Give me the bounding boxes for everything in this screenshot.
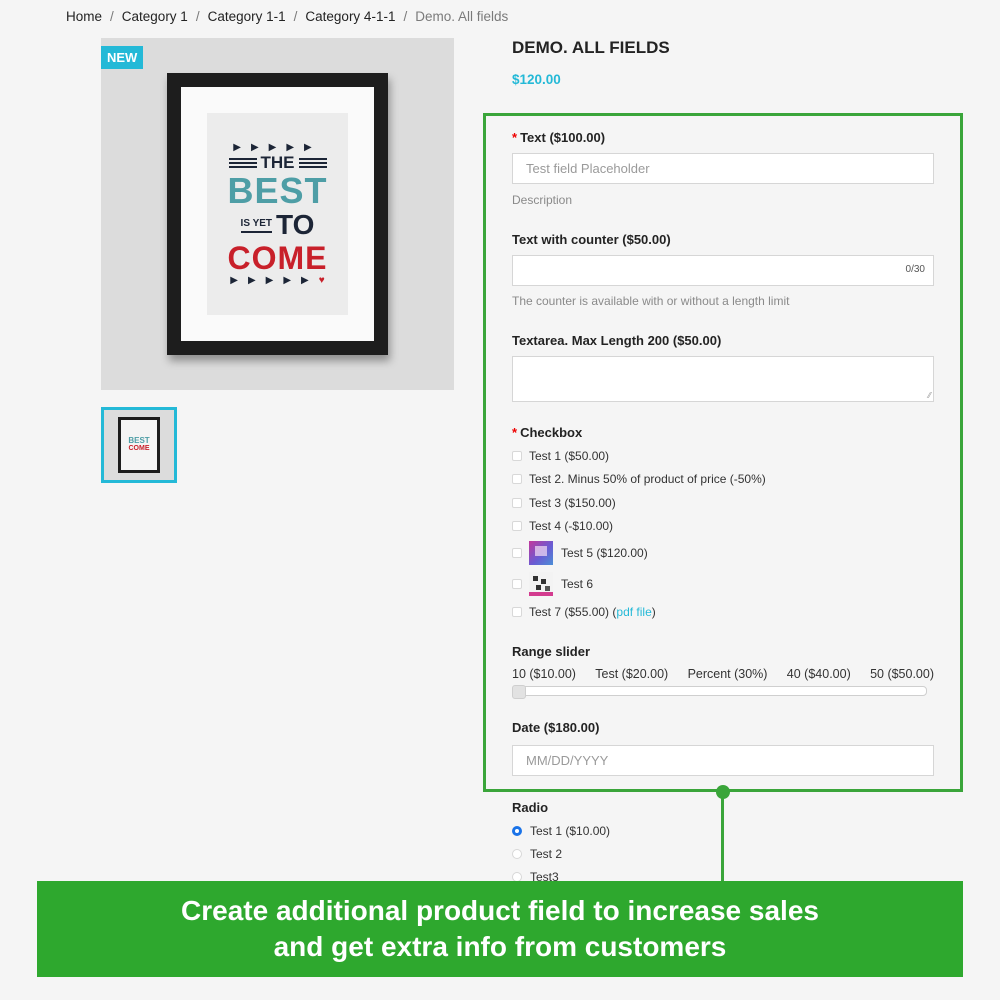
range-tick-label: 10 ($10.00) (512, 667, 576, 681)
range-slider-thumb[interactable] (512, 685, 526, 699)
text-counter-input[interactable]: 0/30 (512, 255, 934, 286)
checkbox-option-label: Test 3 ($150.00) (529, 496, 616, 510)
radio-option-label: Test 1 ($10.00) (530, 824, 611, 838)
thumbnail-frame: BEST COME (118, 417, 160, 473)
required-mark: * (512, 425, 518, 440)
poster-arrows-bottom: ▶▶▶▶▶♥ (230, 275, 324, 286)
poster-to: TO (276, 209, 315, 240)
poster-best: BEST (227, 170, 328, 211)
breadcrumb-separator: / (293, 9, 298, 24)
text-counter-help: The counter is available with or without… (512, 294, 790, 308)
product-title: DEMO. ALL FIELDS (512, 38, 670, 57)
checkbox[interactable] (512, 474, 522, 484)
textarea-input[interactable]: ⁄⁄ (512, 356, 934, 402)
date-placeholder: MM/DD/YYYY (526, 753, 609, 768)
required-mark: * (512, 130, 518, 145)
product-main-image[interactable]: NEW ▶▶▶▶▶ THE BEST IS YET TO COME ▶▶▶▶▶♥ (101, 38, 454, 390)
poster-is-yet-to: IS YET TO (240, 209, 315, 241)
poster-lines (228, 158, 257, 168)
promo-banner: Create additional product field to incre… (37, 881, 963, 977)
range-tick-label: Percent (30%) (687, 667, 768, 681)
checkbox-option-label: Test 2. Minus 50% of product of price (-… (529, 472, 766, 486)
poster-lines (298, 158, 327, 168)
radio-option-label: Test 2 (530, 847, 563, 861)
radio-group-label: Radio (512, 800, 549, 815)
thumbnail-artwork: BEST COME (121, 420, 157, 470)
radio-option[interactable]: Test 1 ($10.00) (512, 824, 610, 838)
checkbox[interactable] (512, 579, 522, 589)
poster-artwork: ▶▶▶▶▶ THE BEST IS YET TO COME ▶▶▶▶▶♥ (207, 113, 348, 315)
paren-close: ) (651, 605, 656, 619)
checkbox-group-label-text: Checkbox (520, 425, 583, 440)
character-counter: 0/30 (905, 264, 925, 275)
text-field-placeholder: Test field Placeholder (526, 161, 650, 176)
checkbox-group-label: * Checkbox (512, 425, 582, 440)
range-tick-label: 50 ($50.00) (870, 667, 934, 681)
pdf-file-link[interactable]: pdf file (616, 605, 651, 619)
breadcrumb-category-4-1-1[interactable]: Category 4-1-1 (305, 9, 395, 24)
poster-mat: ▶▶▶▶▶ THE BEST IS YET TO COME ▶▶▶▶▶♥ (181, 87, 374, 341)
checkbox-option[interactable]: Test 5 ($120.00) (512, 541, 648, 565)
resize-handle-icon[interactable]: ⁄⁄ (928, 391, 931, 400)
date-input[interactable]: MM/DD/YYYY (512, 745, 934, 776)
textarea-label: Textarea. Max Length 200 ($50.00) (512, 333, 722, 348)
product-price: $120.00 (512, 72, 561, 87)
breadcrumb-category-1-1[interactable]: Category 1-1 (208, 9, 286, 24)
text-field-description: Description (512, 193, 573, 207)
poster-arrows: ▶▶▶▶▶ (230, 275, 319, 286)
checkbox-option-label: Test 1 ($50.00) (529, 449, 610, 463)
option-thumbnail-image (529, 572, 553, 596)
breadcrumb-separator: / (110, 9, 114, 24)
checkbox[interactable] (512, 521, 522, 531)
promo-banner-line-2: and get extra info from customers (273, 931, 727, 962)
poster-arrows-top: ▶▶▶▶▶ (233, 142, 322, 153)
checkbox-option-label: Test 7 ($55.00) (529, 605, 610, 619)
poster-come: COME (227, 240, 328, 276)
checkbox-option-label: Test 4 (-$10.00) (529, 519, 614, 533)
text-field-label: * Text ($100.00) (512, 130, 605, 145)
heart-icon: ♥ (318, 275, 325, 286)
range-tick-label: 40 ($40.00) (786, 667, 851, 681)
checkbox-option[interactable]: Test 3 ($150.00) (512, 496, 616, 510)
checkbox-option[interactable]: Test 6 (512, 572, 593, 596)
range-tick-labels: 10 ($10.00) Test ($20.00) Percent (30%) … (512, 667, 934, 681)
option-thumbnail-image (529, 541, 553, 565)
checkbox[interactable] (512, 498, 522, 508)
range-tick-label: Test ($20.00) (595, 667, 669, 681)
text-counter-label: Text with counter ($50.00) (512, 232, 671, 247)
checkbox[interactable] (512, 451, 522, 461)
poster-frame: ▶▶▶▶▶ THE BEST IS YET TO COME ▶▶▶▶▶♥ (167, 73, 388, 355)
checkbox-option[interactable]: Test 7 ($55.00) (pdf file) (512, 605, 656, 619)
checkbox-option[interactable]: Test 4 (-$10.00) (512, 519, 613, 533)
thumbnail-come: COME (128, 445, 150, 452)
new-badge: NEW (101, 46, 144, 69)
range-slider-track[interactable] (512, 685, 927, 699)
range-slider-label: Range slider (512, 644, 591, 659)
breadcrumb-separator: / (195, 9, 200, 24)
checkbox-option-label: Test 6 (561, 577, 594, 591)
radio-button-checked[interactable] (512, 826, 522, 836)
connector-dot (716, 785, 730, 799)
breadcrumb: Home / Category 1 / Category 1-1 / Categ… (66, 9, 508, 24)
checkbox-option[interactable]: Test 1 ($50.00) (512, 449, 609, 463)
checkbox[interactable] (512, 548, 522, 558)
thumbnail-best: BEST (128, 436, 150, 445)
date-label: Date ($180.00) (512, 720, 600, 735)
checkbox-option[interactable]: Test 2. Minus 50% of product of price (-… (512, 472, 766, 486)
text-field-input[interactable]: Test field Placeholder (512, 153, 934, 184)
breadcrumb-category-1[interactable]: Category 1 (122, 9, 188, 24)
radio-button[interactable] (512, 849, 522, 859)
radio-option[interactable]: Test 2 (512, 847, 562, 861)
checkbox[interactable] (512, 607, 522, 617)
poster-is-yet: IS YET (240, 218, 273, 233)
breadcrumb-current: Demo. All fields (415, 9, 509, 24)
connector-line (721, 792, 724, 884)
breadcrumb-home[interactable]: Home (66, 9, 102, 24)
checkbox-option-label: Test 5 ($120.00) (561, 546, 648, 560)
breadcrumb-separator: / (403, 9, 408, 24)
promo-banner-line-1: Create additional product field to incre… (181, 895, 819, 926)
product-thumbnail[interactable]: BEST COME (101, 407, 177, 483)
text-field-label-text: Text ($100.00) (520, 130, 606, 145)
